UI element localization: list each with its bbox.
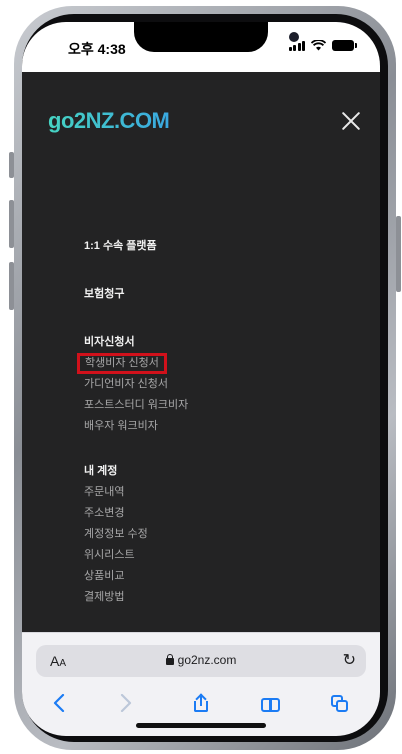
- back-icon[interactable]: [44, 691, 74, 721]
- close-icon[interactable]: [340, 110, 362, 132]
- forward-icon[interactable]: [111, 691, 141, 721]
- status-time: 오후 4:38: [68, 41, 126, 57]
- mute-switch: [9, 152, 14, 178]
- tabs-icon[interactable]: [324, 691, 354, 721]
- volume-up-button: [9, 200, 14, 248]
- battery-icon: [332, 40, 357, 51]
- menu-item-edit-account[interactable]: 계정정보 수정: [84, 524, 344, 545]
- menu-item-guardian-visa[interactable]: 가디언비자 신청서: [84, 374, 344, 395]
- menu-item-payment-method[interactable]: 결제방법: [84, 587, 344, 608]
- menu-item-platform[interactable]: 1:1 수속 플랫폼: [84, 236, 344, 257]
- status-icons: [288, 40, 357, 51]
- notch: [134, 22, 299, 52]
- lock-icon: [165, 654, 174, 665]
- menu-item-wishlist[interactable]: 위시리스트: [84, 545, 344, 566]
- url-display[interactable]: go2nz.com: [36, 653, 366, 667]
- highlight-box: 학생비자 신청서: [77, 353, 167, 374]
- menu-item-student-visa[interactable]: 학생비자 신청서: [77, 353, 344, 374]
- visa-section-heading: 비자신청서: [84, 336, 135, 348]
- signal-icon: [288, 41, 305, 51]
- bookmarks-icon[interactable]: [256, 691, 286, 721]
- status-bar: 오후 4:38: [22, 22, 380, 72]
- browser-toolbar: [22, 691, 380, 721]
- phone-screen: 오후 4:38 go2NZ.COM 1:1 수속 플랫폼 보험청구 비자신청서 …: [22, 22, 380, 736]
- volume-down-button: [9, 262, 14, 310]
- power-button: [396, 216, 401, 292]
- account-section-heading: 내 계정: [84, 465, 118, 477]
- menu-item-change-address[interactable]: 주소변경: [84, 503, 344, 524]
- menu-item-post-study-work-visa[interactable]: 포스트스터디 워크비자: [84, 395, 344, 416]
- share-icon[interactable]: [186, 691, 216, 721]
- address-bar[interactable]: AA go2nz.com ↻: [36, 645, 366, 677]
- menu-item-partner-work-visa[interactable]: 배우자 워크비자: [84, 416, 344, 437]
- menu-item-insurance-claim[interactable]: 보험청구: [84, 284, 344, 305]
- menu-item-compare-products[interactable]: 상품비교: [84, 566, 344, 587]
- menu-item-order-history[interactable]: 주문내역: [84, 482, 344, 503]
- site-logo[interactable]: go2NZ.COM: [48, 108, 170, 134]
- browser-bottom-bar: AA go2nz.com ↻: [22, 632, 380, 736]
- reload-icon[interactable]: ↻: [343, 650, 356, 670]
- wifi-icon: [311, 40, 326, 51]
- home-indicator: [136, 723, 266, 728]
- url-text: go2nz.com: [177, 653, 237, 667]
- side-menu: go2NZ.COM 1:1 수속 플랫폼 보험청구 비자신청서 학생비자 신청서…: [22, 72, 380, 632]
- menu-list: 1:1 수속 플랫폼 보험청구 비자신청서 학생비자 신청서 가디언비자 신청서…: [77, 236, 344, 608]
